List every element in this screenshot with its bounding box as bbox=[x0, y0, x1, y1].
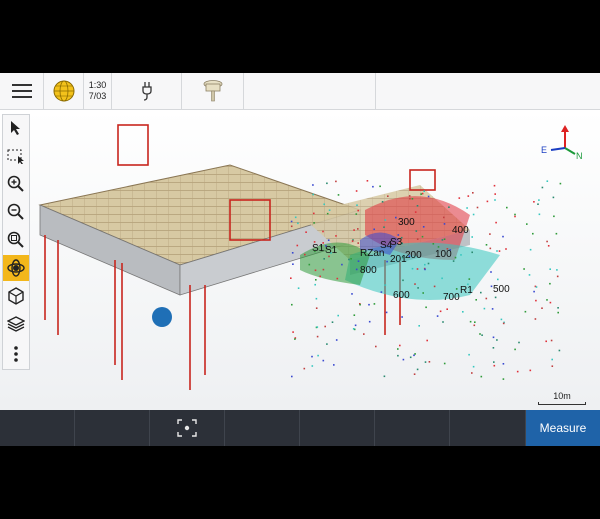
label-r1[interactable]: R1 bbox=[460, 285, 473, 296]
label-700[interactable]: 700 bbox=[443, 292, 460, 303]
select-tool[interactable] bbox=[3, 115, 29, 141]
zoom-in-icon bbox=[7, 175, 24, 192]
label-600[interactable]: 600 bbox=[393, 290, 410, 301]
label-201[interactable]: 201 bbox=[390, 254, 407, 265]
label-400[interactable]: 400 bbox=[452, 225, 469, 236]
bottom-slot-6[interactable] bbox=[375, 410, 450, 446]
label-raden[interactable]: RZan bbox=[360, 248, 384, 259]
orbit-tool[interactable] bbox=[3, 255, 29, 281]
3d-viewport[interactable]: 300 400 100 S1 S1 S3 S4 RZan 200 201 800… bbox=[0, 110, 600, 410]
top-toolbar: 1:30 7/03 bbox=[0, 73, 600, 110]
bottom-toolbar: Measure bbox=[0, 410, 600, 446]
plug-icon bbox=[141, 82, 152, 101]
bottom-slot-1[interactable] bbox=[0, 410, 75, 446]
focus-target-icon bbox=[177, 419, 197, 437]
more-tools-button[interactable] bbox=[3, 341, 29, 367]
label-300[interactable]: 300 bbox=[398, 217, 415, 228]
layers-tool[interactable] bbox=[3, 311, 29, 337]
left-tool-palette bbox=[2, 114, 30, 370]
bottom-slot-7[interactable] bbox=[450, 410, 526, 446]
orbit-icon bbox=[7, 259, 25, 277]
layers-icon bbox=[7, 316, 25, 332]
label-s1[interactable]: S1 bbox=[325, 245, 338, 256]
time-text: 1:30 bbox=[88, 80, 107, 90]
bottom-slot-4[interactable] bbox=[225, 410, 300, 446]
power-status-button[interactable] bbox=[112, 73, 182, 109]
scene-canvas[interactable]: 300 400 100 S1 S1 S3 S4 RZan 200 201 800… bbox=[0, 110, 600, 410]
axis-label-e: E bbox=[541, 145, 547, 155]
toolbar-spacer bbox=[244, 73, 376, 109]
box-select-tool[interactable] bbox=[3, 143, 29, 169]
globe-icon bbox=[53, 80, 74, 102]
cursor-dot[interactable] bbox=[152, 307, 172, 327]
more-vertical-icon bbox=[14, 346, 18, 362]
bottom-slot-2[interactable] bbox=[75, 410, 150, 446]
label-s1-b[interactable]: S1 bbox=[312, 243, 325, 254]
zoom-in-tool[interactable] bbox=[3, 171, 29, 197]
zoom-extents-icon bbox=[7, 231, 24, 248]
focus-button[interactable] bbox=[150, 410, 225, 446]
zoom-out-tool[interactable] bbox=[3, 199, 29, 225]
scale-bar: 10m bbox=[538, 391, 586, 405]
app-window: 1:30 7/03 300 400 100 S1 S1 S3 S4 RZan 2… bbox=[0, 73, 600, 446]
label-800[interactable]: 800 bbox=[360, 265, 377, 276]
label-100[interactable]: 100 bbox=[435, 249, 452, 260]
axes-gizmo[interactable]: E N bbox=[541, 125, 583, 161]
gps-receiver-icon bbox=[203, 80, 222, 102]
measure-button[interactable]: Measure bbox=[526, 410, 600, 446]
label-500[interactable]: 500 bbox=[493, 284, 510, 295]
menu-icon bbox=[11, 84, 32, 98]
time-status[interactable]: 1:30 7/03 bbox=[84, 73, 112, 109]
axis-label-n: N bbox=[576, 151, 583, 161]
toolbar-empty-area bbox=[376, 73, 600, 109]
gps-receiver-button[interactable] bbox=[182, 73, 244, 109]
date-text: 7/03 bbox=[88, 91, 107, 101]
scale-bar-line bbox=[538, 402, 586, 405]
status-globe-button[interactable] bbox=[44, 73, 84, 109]
cube-view-tool[interactable] bbox=[3, 283, 29, 309]
label-200[interactable]: 200 bbox=[405, 250, 422, 261]
bottom-slot-5[interactable] bbox=[300, 410, 375, 446]
select-arrow-icon bbox=[11, 121, 20, 135]
box-select-icon bbox=[7, 149, 24, 164]
menu-button[interactable] bbox=[0, 73, 44, 109]
scale-label: 10m bbox=[553, 391, 571, 401]
zoom-out-icon bbox=[7, 203, 24, 220]
zoom-extents-tool[interactable] bbox=[3, 227, 29, 253]
cube-view-icon bbox=[8, 287, 24, 305]
